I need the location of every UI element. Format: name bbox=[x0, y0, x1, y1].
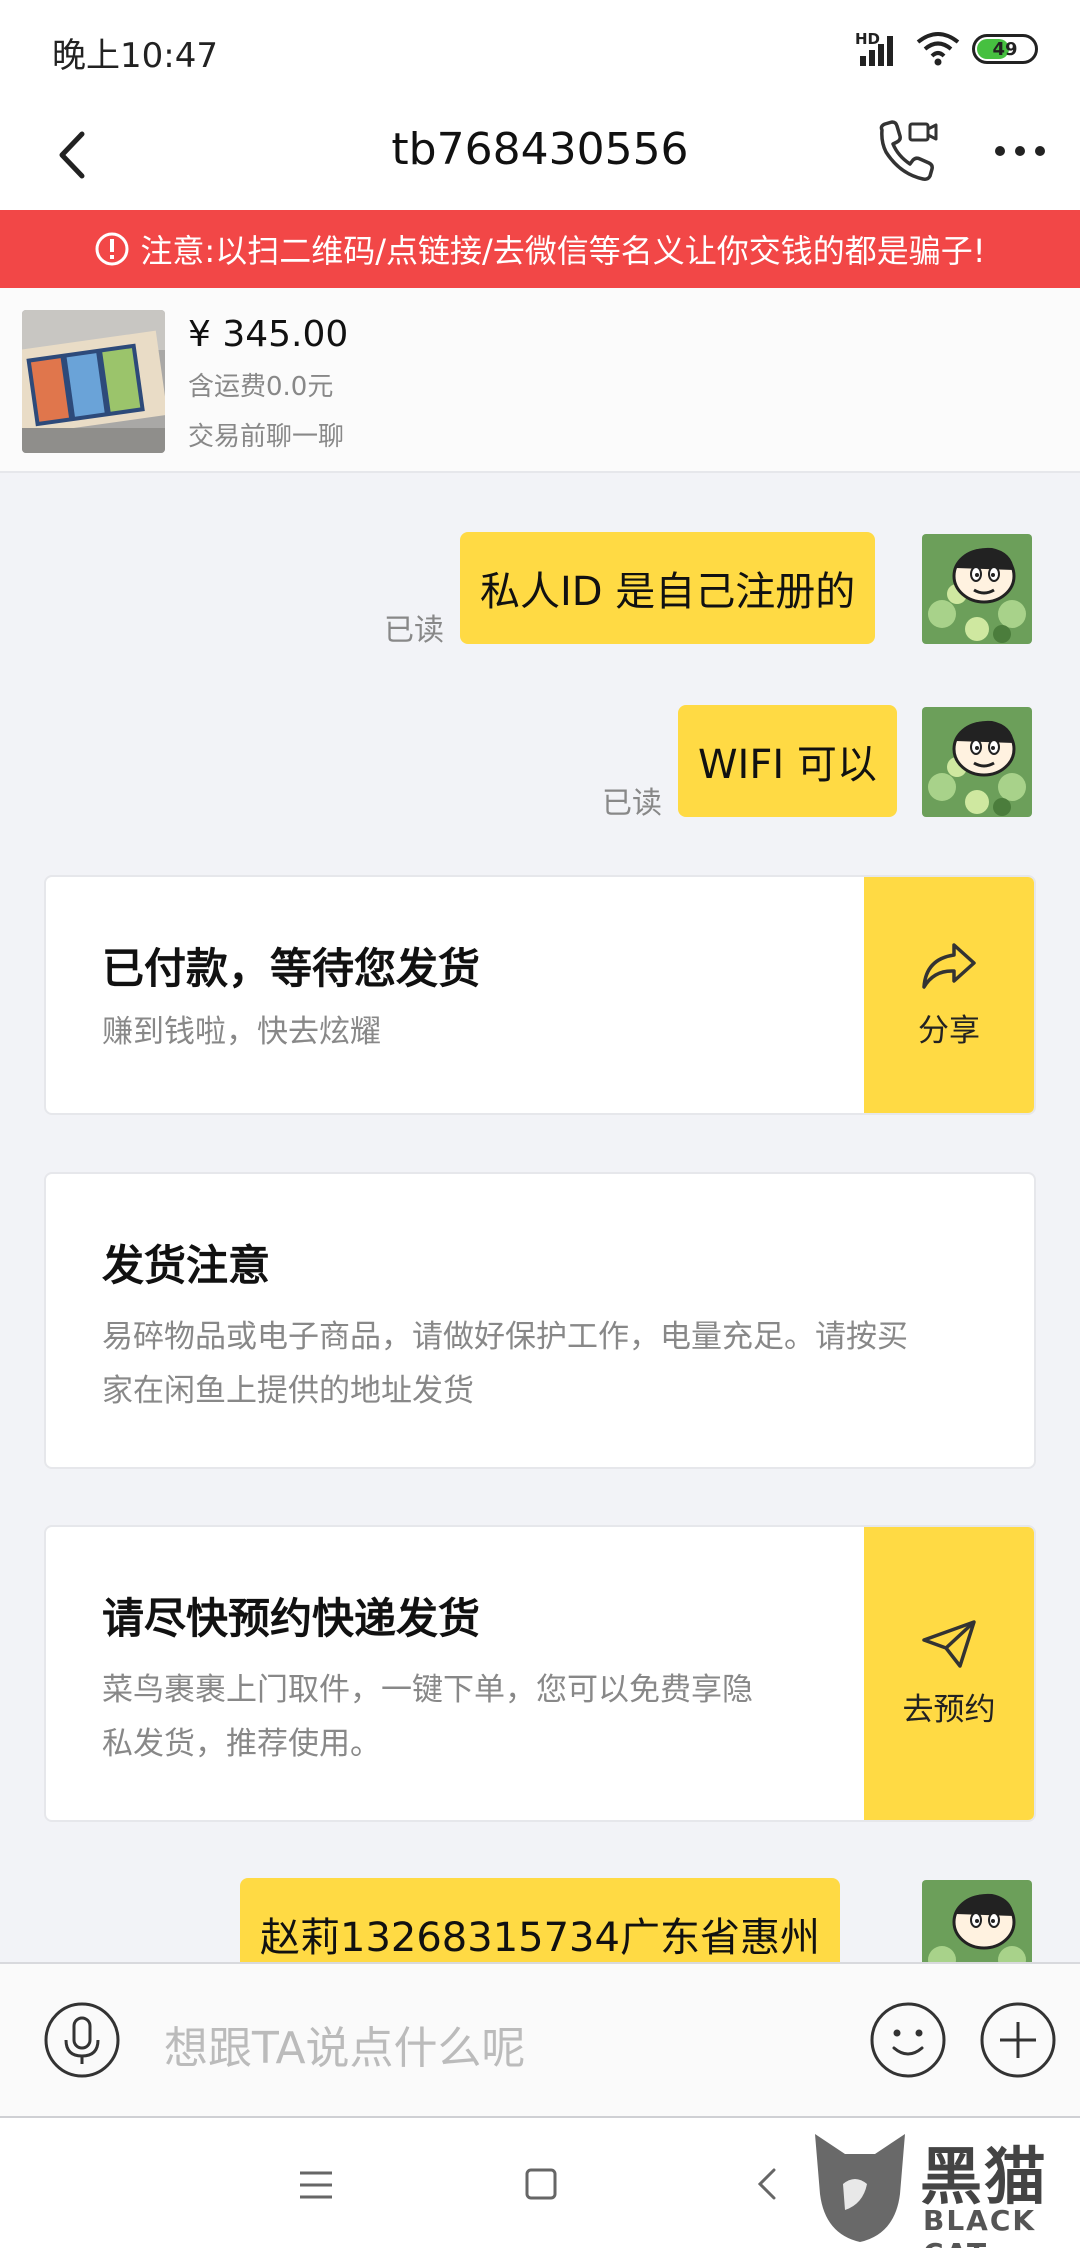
card-title: 已付款，等待您发货 bbox=[102, 944, 481, 993]
message-input[interactable]: 想跟TA说点什么呢 bbox=[164, 2012, 526, 2076]
back-nav-icon[interactable] bbox=[754, 2166, 778, 2202]
card-description-line: 家在闲鱼上提供的地址发货 bbox=[102, 1373, 474, 1409]
black-cat-logo-icon bbox=[815, 2134, 905, 2242]
avatar[interactable] bbox=[922, 534, 1032, 644]
paper-plane-icon bbox=[922, 1620, 976, 1668]
emoji-icon[interactable] bbox=[868, 2000, 948, 2080]
menu-icon[interactable] bbox=[296, 2168, 336, 2202]
read-receipt: 已读 bbox=[602, 786, 662, 821]
message-input-bar: 想跟TA说点什么呢 bbox=[0, 1962, 1080, 2116]
warning-text: 注意:以扫二维码/点链接/去微信等名义让你交钱的都是骗子! bbox=[140, 232, 986, 270]
microphone-icon[interactable] bbox=[42, 2000, 122, 2080]
book-courier-label: 去预约 bbox=[902, 1692, 996, 1728]
share-button[interactable]: 分享 bbox=[864, 877, 1034, 1113]
payment-status-card[interactable]: 已付款，等待您发货 赚到钱啦，快去炫耀 分享 bbox=[44, 875, 1036, 1115]
read-receipt: 已读 bbox=[384, 613, 444, 648]
chat-hint: 交易前聊一聊 bbox=[188, 422, 345, 452]
book-courier-button[interactable]: 去预约 bbox=[864, 1527, 1034, 1820]
card-title: 请尽快预约快递发货 bbox=[102, 1594, 481, 1643]
shipping-info: 含运费0.0元 bbox=[188, 372, 334, 402]
message-bubble[interactable]: 私人ID 是自己注册的 bbox=[460, 532, 876, 644]
black-cat-watermark: 黑猫 BLACK CAT bbox=[805, 2120, 1080, 2248]
card-title: 发货注意 bbox=[102, 1241, 271, 1290]
home-icon[interactable] bbox=[524, 2166, 558, 2202]
courier-booking-card[interactable]: 请尽快预约快递发货 菜鸟裹裹上门取件，一键下单，您可以免费享隐 私发货，推荐使用… bbox=[44, 1525, 1036, 1822]
signal-icon bbox=[860, 36, 893, 66]
share-label: 分享 bbox=[918, 1012, 980, 1049]
chat-header: tb768430556 bbox=[0, 100, 1080, 210]
watermark-subtext: BLACK CAT bbox=[923, 2204, 1037, 2248]
product-summary[interactable]: ¥ 345.00 含运费0.0元 交易前聊一聊 bbox=[0, 288, 1080, 473]
card-description-line: 私发货，推荐使用。 bbox=[102, 1726, 381, 1762]
avatar[interactable] bbox=[922, 707, 1032, 817]
share-icon bbox=[922, 942, 976, 989]
product-thumbnail[interactable] bbox=[22, 310, 165, 453]
battery-level: 49 bbox=[992, 38, 1018, 60]
fraud-warning-banner: 注意:以扫二维码/点链接/去微信等名义让你交钱的都是骗子! bbox=[0, 210, 1080, 288]
battery-icon: 49 bbox=[972, 34, 1038, 64]
more-dots-icon[interactable] bbox=[990, 126, 1050, 176]
plus-icon[interactable] bbox=[978, 2000, 1058, 2080]
card-description: 赚到钱啦，快去炫耀 bbox=[102, 1014, 381, 1050]
status-time: 晚上10:47 bbox=[52, 36, 218, 76]
message-bubble[interactable]: WIFI 可以 bbox=[678, 705, 897, 817]
alert-circle-icon bbox=[95, 232, 129, 266]
shipping-notice-card: 发货注意 易碎物品或电子商品，请做好保护工作，电量充足。请按买 家在闲鱼上提供的… bbox=[44, 1172, 1036, 1469]
card-description-line: 菜鸟裹裹上门取件，一键下单，您可以免费享隐 bbox=[102, 1672, 753, 1708]
product-price: ¥ 345.00 bbox=[188, 314, 349, 355]
card-description-line: 易碎物品或电子商品，请做好保护工作，电量充足。请按买 bbox=[102, 1319, 908, 1355]
watermark-text: 黑猫 bbox=[920, 2140, 1049, 2213]
status-bar: 晚上10:47 HD 49 bbox=[0, 0, 1080, 100]
wifi-icon bbox=[916, 32, 960, 66]
phone-video-icon[interactable] bbox=[872, 116, 942, 186]
